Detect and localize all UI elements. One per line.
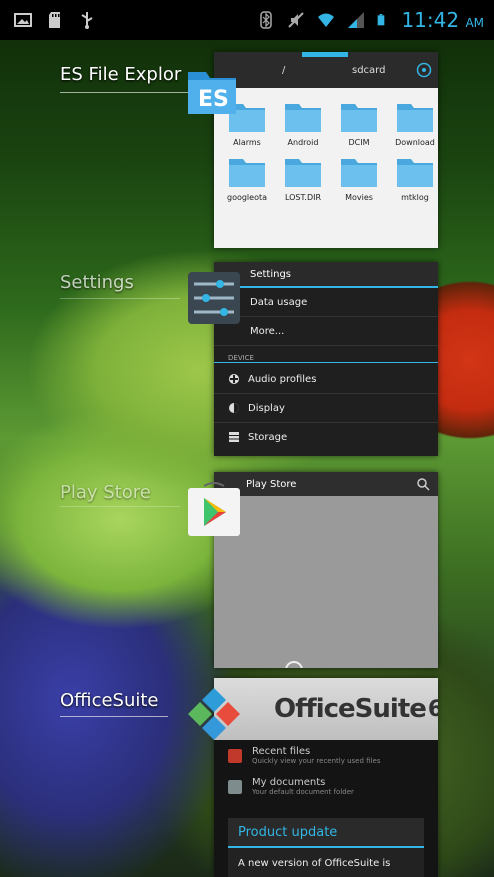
officesuite-item-my-documents[interactable]: My documents Your default document folde… [214, 771, 438, 802]
my-documents-icon [228, 779, 242, 794]
recent-thumbnail-play-store[interactable]: Play Store [214, 472, 438, 668]
settings-title: Settings [214, 262, 438, 288]
folder-icon [227, 153, 267, 189]
es-toolbar: / sdcard [214, 52, 438, 88]
folder-item[interactable]: mtklog [388, 153, 438, 202]
clock: 11:42 AM [401, 8, 484, 32]
folder-icon [283, 153, 323, 189]
dialog-text: A new version of OfficeSuite is [238, 858, 391, 869]
storage-icon [229, 432, 239, 442]
settings-item-audio-profiles[interactable]: Audio profiles [214, 365, 438, 394]
bluetooth-icon [260, 11, 273, 29]
label-divider [60, 716, 168, 717]
settings-item-more[interactable]: More... [214, 317, 438, 346]
play-store-icon[interactable] [186, 482, 242, 538]
recent-app-label-play[interactable]: Play Store [60, 482, 151, 503]
product-update-dialog[interactable]: Product update A new version of OfficeSu… [228, 818, 424, 877]
label-divider [60, 506, 180, 507]
signal-icon [348, 12, 365, 28]
usb-icon [81, 12, 93, 29]
folder-icon [339, 153, 379, 189]
recent-files-icon [228, 748, 242, 763]
loading-spinner-icon [285, 661, 303, 668]
battery-icon [378, 14, 385, 26]
folder-icon [339, 98, 379, 134]
folder-item[interactable]: googleota [220, 153, 274, 202]
folder-item[interactable]: LOST.DIR [276, 153, 330, 202]
recent-app-label-es[interactable]: ES File Explor [60, 64, 181, 85]
folder-item[interactable]: Android [276, 98, 330, 147]
svg-text:ES: ES [198, 87, 229, 112]
muted-icon [288, 12, 305, 28]
folder-item[interactable]: Movies [332, 153, 386, 202]
recent-thumbnail-es-file-explorer[interactable]: / sdcard Alarms Android DCIM Download go… [214, 52, 438, 248]
settings-item-display[interactable]: Display [214, 394, 438, 423]
folder-icon [395, 98, 435, 134]
status-bar: 11:42 AM [0, 0, 494, 40]
wifi-icon [318, 13, 335, 27]
display-icon [229, 403, 239, 413]
officesuite-icon[interactable] [186, 686, 242, 742]
folder-icon [283, 98, 323, 134]
es-tab-sdcard[interactable]: sdcard [352, 65, 385, 76]
sd-card-icon [49, 12, 60, 28]
settings-app-icon[interactable] [186, 270, 242, 326]
folder-item[interactable]: Download [388, 98, 438, 147]
settings-item-storage[interactable]: Storage [214, 423, 438, 451]
es-file-explorer-icon[interactable]: ES [184, 62, 240, 118]
settings-item-data-usage[interactable]: Data usage [214, 288, 438, 317]
play-store-header: Play Store [214, 472, 438, 496]
label-divider [60, 298, 180, 299]
settings-section-device: DEVICE [214, 346, 438, 363]
es-menu-icon[interactable] [416, 62, 432, 78]
recent-app-label-office[interactable]: OfficeSuite [60, 690, 159, 711]
folder-item[interactable]: DCIM [332, 98, 386, 147]
search-icon[interactable] [416, 477, 430, 491]
recent-thumbnail-officesuite[interactable]: OfficeSuite 6 Recent files Quickly view y… [214, 678, 438, 877]
es-tab-root[interactable]: / [282, 65, 285, 76]
dialog-title: Product update [228, 818, 424, 848]
audio-profiles-icon [229, 374, 239, 384]
officesuite-banner: OfficeSuite 6 [214, 678, 438, 740]
folder-icon [395, 153, 435, 189]
recent-thumbnail-settings[interactable]: Settings Data usage More... DEVICE Audio… [214, 262, 438, 456]
gallery-icon [14, 13, 32, 27]
officesuite-item-recent-files[interactable]: Recent files Quickly view your recently … [214, 740, 438, 771]
recent-app-label-settings[interactable]: Settings [60, 272, 134, 293]
